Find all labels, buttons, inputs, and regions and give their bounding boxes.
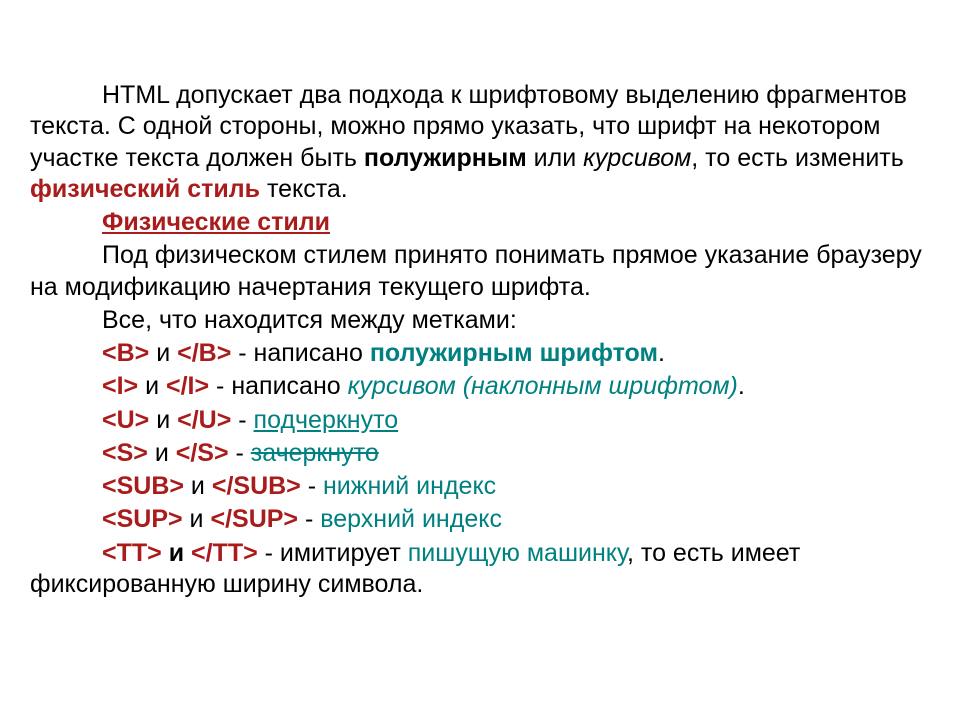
line-sup-mid: - (298, 505, 320, 533)
line-tt-styled: пишущую машинку (408, 539, 627, 567)
line-sub: <SUB> и </SUB> - нижний индекс (30, 471, 930, 502)
line-s-styled: зачеркнуто (251, 439, 379, 467)
line-i-styled: курсивом (наклонным шрифтом) (348, 372, 738, 400)
line-u-mid: - (231, 406, 253, 434)
line-sub-mid: - (301, 472, 323, 500)
line-u: <U> и </U> - подчеркнуто (30, 405, 930, 436)
tag-i-open: <I> (102, 372, 138, 400)
line-b-and: и (149, 339, 177, 367)
line-s-mid: - (229, 439, 251, 467)
line-sub-and: и (184, 472, 212, 500)
line-b-styled: полужирным шрифтом (370, 339, 658, 367)
line-tt-mid: - имитирует (258, 539, 408, 567)
line-i-and: и (138, 372, 166, 400)
tag-s-open: <S> (102, 439, 148, 467)
line-b: <B> и </B> - написано полужирным шрифтом… (30, 338, 930, 369)
tag-sup-open: <SUP> (102, 505, 183, 533)
intro-italic: курсивом (583, 144, 691, 172)
tag-b-open: <B> (102, 339, 149, 367)
intro-bold: полужирным (364, 144, 527, 172)
line-i: <I> и </I> - написано курсивом (наклонны… (30, 371, 930, 402)
line-u-styled: подчеркнуто (254, 406, 399, 434)
intro-text-4: текста. (260, 175, 348, 203)
tag-sub-close: </SUB> (212, 472, 301, 500)
line-sup-styled: верхний индекс (320, 505, 502, 533)
tag-sup-close: </SUP> (210, 505, 298, 533)
definition-paragraph: Под физическом стилем принято понимать п… (30, 240, 930, 303)
tag-s-close: </S> (176, 439, 229, 467)
section-heading: Физические стили (102, 208, 330, 236)
section-heading-line: Физические стили (30, 207, 930, 238)
intro-paragraph: HTML допускает два подхода к шрифтовому … (30, 80, 930, 205)
line-u-and: и (149, 406, 177, 434)
tag-u-close: </U> (177, 406, 231, 434)
line-tt: <TT> и </TT> - имитирует пишущую машинку… (30, 538, 930, 601)
slide-content: HTML допускает два подхода к шрифтовому … (0, 0, 960, 622)
line-tt-and: и (162, 539, 191, 567)
line-b-end: . (658, 339, 665, 367)
line-b-mid: - написано (231, 339, 370, 367)
line-sub-styled: нижний индекс (323, 472, 496, 500)
tag-sub-open: <SUB> (102, 472, 184, 500)
tag-u-open: <U> (102, 406, 149, 434)
tag-b-close: </B> (177, 339, 231, 367)
line-i-end: . (738, 372, 745, 400)
line-i-mid: - написано (209, 372, 348, 400)
tag-tt-open: <TT> (102, 539, 162, 567)
line-s-and: и (148, 439, 176, 467)
intro-text-2: или (527, 144, 583, 172)
tag-tt-close: </TT> (191, 539, 258, 567)
tags-intro: Все, что находится между метками: (30, 305, 930, 336)
line-sup-and: и (183, 505, 211, 533)
intro-text-3: , то есть изменить (691, 144, 904, 172)
tag-i-close: </I> (166, 372, 209, 400)
line-s: <S> и </S> - зачеркнуто (30, 438, 930, 469)
intro-physical-style: физический стиль (30, 175, 260, 203)
line-sup: <SUP> и </SUP> - верхний индекс (30, 504, 930, 535)
